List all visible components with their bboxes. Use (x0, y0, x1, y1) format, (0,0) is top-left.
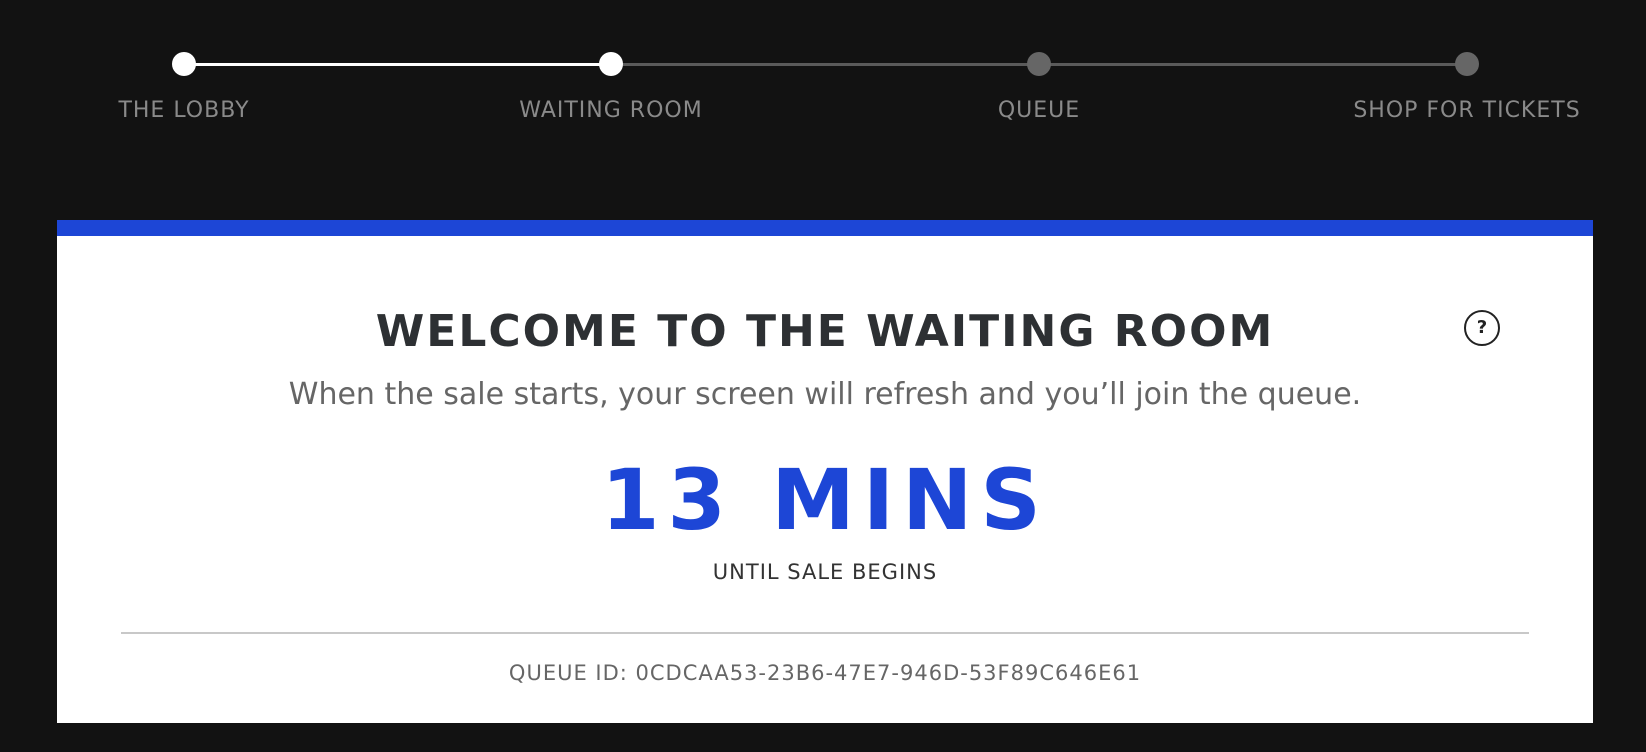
countdown-timer: 13 MINS (601, 451, 1049, 549)
waiting-room-card: ? WELCOME TO THE WAITING ROOM When the s… (57, 220, 1593, 723)
countdown-caption: UNTIL SALE BEGINS (712, 560, 938, 584)
progress-track-queue-to-shop (1039, 63, 1467, 66)
page-title: WELCOME TO THE WAITING ROOM (375, 306, 1275, 357)
progress-stepper: THE LOBBY WAITING ROOM QUEUE SHOP FOR TI… (0, 0, 1646, 150)
queue-id: QUEUE ID: 0CDCAA53-23B6-47E7-946D-53F89C… (508, 661, 1142, 685)
step-dot-waiting-room (599, 52, 623, 76)
page-subtitle: When the sale starts, your screen will r… (288, 377, 1362, 412)
step-dot-shop-for-tickets (1455, 52, 1479, 76)
progress-track-waiting-to-queue (611, 63, 1039, 66)
step-label-lobby: THE LOBBY (118, 98, 250, 123)
step-label-queue: QUEUE (997, 98, 1081, 123)
step-dot-queue (1027, 52, 1051, 76)
step-dot-lobby (172, 52, 196, 76)
progress-track-lobby-to-waiting (184, 63, 611, 66)
step-label-shop-for-tickets: SHOP FOR TICKETS (1353, 98, 1581, 123)
divider (121, 632, 1529, 634)
step-label-waiting-room: WAITING ROOM (519, 98, 703, 123)
